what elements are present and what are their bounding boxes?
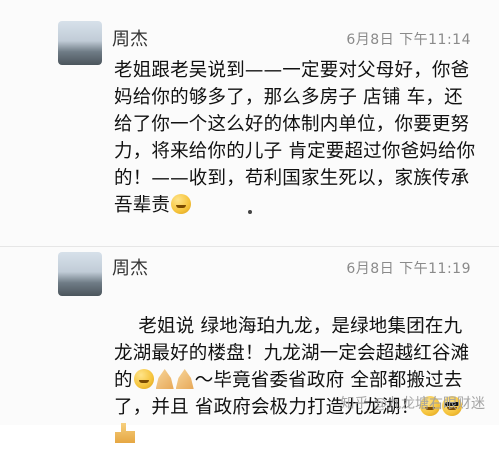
grin-emoji <box>133 369 154 389</box>
sender-name: 周杰 <box>112 258 148 279</box>
timestamp: 6月8日 下午11:19 <box>346 261 471 277</box>
thumbs-up-emoji <box>115 423 135 443</box>
determined-face-emoji <box>171 194 192 214</box>
message-text-body: 老姐跟老吴说到——一定要对父母好，你爸妈给你的够多了，那么多房子 店铺 车，还给… <box>114 60 476 216</box>
pray-hands-emoji <box>155 369 174 389</box>
message-text: 老姐说 绿地海珀九龙，是绿地集团在九龙湖最好的楼盘！九龙湖一定会超越红谷滩的 ～毕… <box>114 286 476 475</box>
pray-hands-emoji <box>175 369 194 389</box>
message-text: 老姐跟老吴说到——一定要对父母好，你爸妈给你的够多了，那么多房子 店铺 车，还给… <box>114 57 476 219</box>
dot-mark <box>248 210 252 214</box>
timestamp: 6月8日 下午11:14 <box>346 32 471 48</box>
sender-name: 周杰 <box>112 29 148 50</box>
avatar[interactable] <box>58 21 102 65</box>
message-1: 周杰 6月8日 下午11:14 老姐跟老吴说到——一定要对父母好，你爸妈给你的够… <box>0 0 499 247</box>
avatar[interactable] <box>58 252 102 296</box>
watermark: 知乎 @九龙塘右眼财迷 <box>340 396 485 412</box>
